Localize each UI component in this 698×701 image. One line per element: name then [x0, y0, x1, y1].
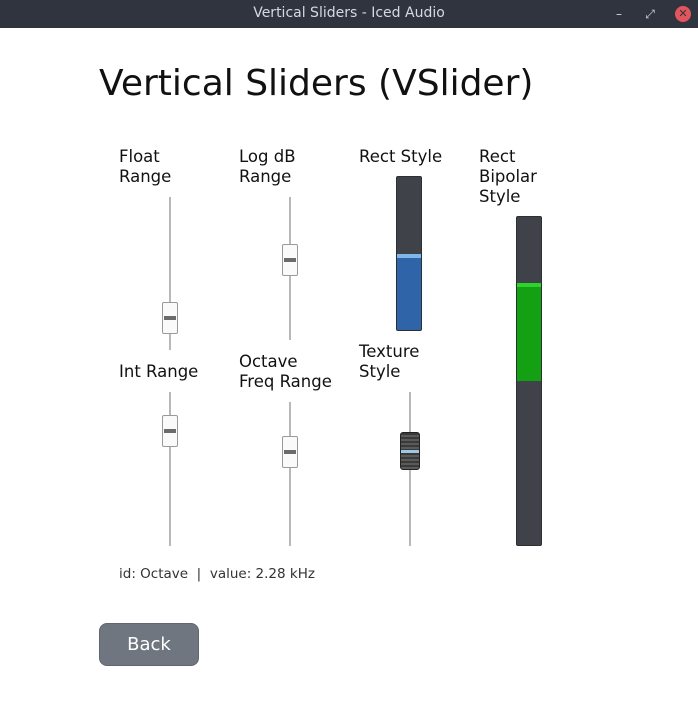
- float-range-handle[interactable]: [162, 302, 178, 334]
- texture-style-handle[interactable]: [400, 432, 420, 470]
- restore-icon[interactable]: ⤢: [642, 6, 658, 22]
- float-range-label-line1: Float: [119, 147, 160, 166]
- rect-style-label: Rect Style: [359, 147, 443, 166]
- octave-freq-label-line2: Freq Range: [239, 372, 332, 391]
- float-range-label-line2: Range: [119, 167, 172, 186]
- texture-style-label-line1: Texture: [359, 342, 420, 361]
- log-db-range-label-line2: Range: [239, 167, 292, 186]
- int-range-handle[interactable]: [162, 415, 178, 447]
- texture-style-label: Texture Style: [359, 342, 419, 382]
- rect-bipolar-slider[interactable]: [516, 216, 542, 546]
- title-bar: Vertical Sliders - Iced Audio – ⤢ ✕: [0, 0, 698, 28]
- octave-freq-rail[interactable]: [289, 402, 291, 546]
- rect-bipolar-label-line2: Bipolar: [479, 167, 537, 186]
- status-text: id: Octave | value: 2.28 kHz: [119, 566, 315, 582]
- rect-style-marker: [397, 254, 421, 258]
- rect-style-slider[interactable]: [396, 176, 422, 331]
- rect-bipolar-fill: [517, 285, 541, 381]
- back-button[interactable]: Back: [99, 623, 199, 666]
- octave-freq-handle[interactable]: [282, 436, 298, 468]
- octave-freq-label: Octave Freq Range: [239, 352, 332, 392]
- texture-style-handle-line: [401, 450, 419, 453]
- status-value: value: 2.28 kHz: [209, 566, 315, 582]
- page-title: Vertical Sliders (VSlider): [99, 63, 534, 104]
- window-title: Vertical Sliders - Iced Audio: [253, 5, 445, 21]
- log-db-range-label-line1: Log dB: [239, 147, 296, 166]
- log-db-range-handle[interactable]: [282, 244, 298, 276]
- minimize-icon[interactable]: –: [611, 6, 627, 22]
- rect-bipolar-marker: [517, 283, 541, 287]
- rect-bipolar-label: Rect Bipolar Style: [479, 147, 537, 207]
- texture-style-label-line2: Style: [359, 362, 401, 381]
- status-id: id: Octave: [119, 566, 189, 582]
- rect-style-fill: [397, 254, 421, 330]
- octave-freq-label-line1: Octave: [239, 352, 298, 371]
- status-separator: |: [196, 566, 202, 582]
- log-db-range-label: Log dB Range: [239, 147, 296, 187]
- rect-bipolar-label-line3: Style: [479, 187, 521, 206]
- rect-bipolar-label-line1: Rect: [479, 147, 516, 166]
- int-range-label: Int Range: [119, 362, 199, 381]
- close-icon[interactable]: ✕: [675, 6, 691, 22]
- float-range-label: Float Range: [119, 147, 171, 187]
